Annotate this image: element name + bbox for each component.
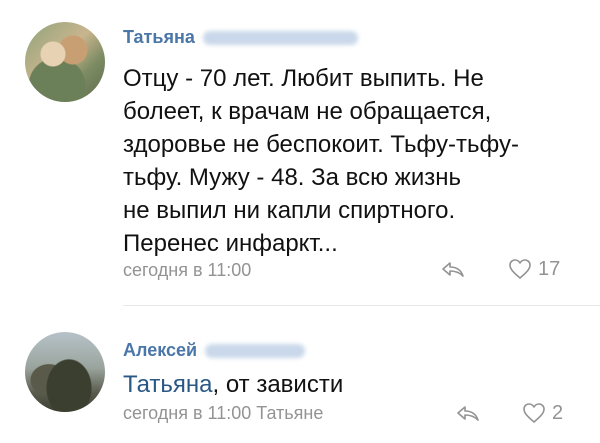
comment-text-line: Отцу - 70 лет. Любит выпить. Не	[123, 65, 484, 92]
comment-author[interactable]: Татьяна	[123, 27, 358, 48]
like-count: 17	[538, 257, 561, 280]
comment-item: Алексей Татьяна, от зависти сегодня в 11…	[0, 310, 600, 443]
comment-timestamp[interactable]: сегодня в 11:00 Татьяне	[123, 403, 323, 424]
comment-text: Татьяна, от зависти	[123, 368, 343, 401]
comment-timestamp[interactable]: сегодня в 11:00	[123, 260, 251, 281]
comment-text-line: не выпил ни капли спиртного.	[123, 197, 456, 224]
comment-text-line: Перенес инфаркт...	[123, 230, 338, 257]
author-first-name[interactable]: Татьяна	[123, 27, 195, 47]
divider	[123, 305, 600, 306]
comment-text: Отцу - 70 лет. Любит выпить. Не болеет, …	[123, 62, 519, 260]
comment-item: Татьяна Отцу - 70 лет. Любит выпить. Не …	[0, 0, 600, 305]
comment-text-line: тьфу. Мужу - 48. За всю жизнь	[123, 164, 462, 191]
reply-icon[interactable]	[455, 404, 481, 422]
comment-text-line: болеет, к врачам не обращается,	[123, 98, 492, 125]
avatar[interactable]	[25, 332, 105, 412]
heart-icon	[522, 402, 546, 424]
comment-text-line: здоровье не беспокоит. Тьфу-тьфу-	[123, 131, 519, 158]
like-count: 2	[552, 401, 564, 424]
like-button[interactable]: 17	[508, 257, 560, 281]
blurred-surname	[205, 344, 306, 359]
avatar[interactable]	[25, 22, 105, 102]
reply-to-link[interactable]: Татьяна	[123, 371, 213, 398]
heart-icon	[508, 258, 532, 280]
author-first-name[interactable]: Алексей	[123, 340, 197, 360]
reply-icon[interactable]	[440, 260, 466, 278]
comment-text-rest: , от зависти	[212, 371, 344, 398]
comment-text-line: Татьяна, от зависти	[123, 368, 343, 401]
like-button[interactable]: 2	[522, 401, 563, 425]
blurred-surname	[202, 31, 358, 46]
comment-author[interactable]: Алексей	[123, 340, 306, 361]
